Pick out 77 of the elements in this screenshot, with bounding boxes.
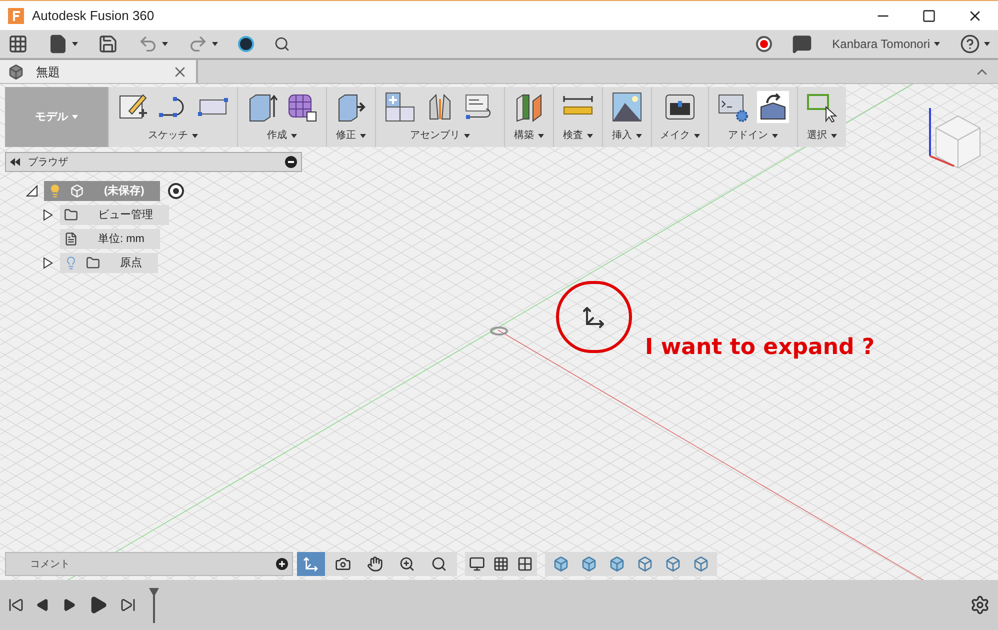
toolbar-group-menu[interactable]: 修正	[336, 128, 366, 143]
message-icon[interactable]	[792, 34, 812, 54]
visual-style-cube-icon[interactable]	[665, 556, 681, 572]
caret-icon	[934, 42, 940, 46]
record-icon[interactable]	[756, 36, 772, 52]
search-icon[interactable]	[274, 36, 290, 52]
add-icon[interactable]	[276, 558, 288, 570]
app-box-icon[interactable]	[757, 91, 789, 123]
app-logo-icon	[8, 8, 24, 24]
caret-icon	[464, 134, 470, 138]
first-frame-icon[interactable]	[8, 597, 24, 613]
grid-settings-icon[interactable]	[493, 556, 509, 572]
settings-icon[interactable]	[970, 595, 990, 615]
display-settings-icon[interactable]	[469, 556, 485, 572]
browser-title: ブラウザ	[28, 156, 69, 170]
caret-icon	[291, 134, 297, 138]
browser-node[interactable]: ビュー管理	[60, 205, 169, 225]
minimize-panel-icon[interactable]	[285, 156, 297, 168]
selection-cursor-icon[interactable]	[806, 91, 838, 123]
visual-style-cube-icon[interactable]	[637, 556, 653, 572]
caret-icon	[212, 42, 218, 46]
collapse-panel-icon[interactable]	[10, 158, 20, 166]
annotation-text: I want to expand ?	[645, 334, 875, 362]
help-icon[interactable]	[960, 34, 980, 54]
collapsed-triangle-icon[interactable]	[42, 257, 54, 269]
toolbar-group-menu[interactable]: 挿入	[612, 128, 642, 143]
toolbar-group-menu[interactable]: 検査	[563, 128, 593, 143]
visual-style-cube-icon[interactable]	[581, 556, 597, 572]
save-icon[interactable]	[98, 34, 118, 54]
caret-icon	[162, 42, 168, 46]
collapsed-triangle-icon[interactable]	[42, 209, 54, 221]
caret-icon	[192, 134, 198, 138]
visual-style-cube-icon[interactable]	[553, 556, 569, 572]
caret-icon	[636, 134, 642, 138]
expanded-triangle-icon[interactable]	[26, 185, 38, 197]
window-title: Autodesk Fusion 360	[32, 6, 154, 25]
visual-style-cube-icon[interactable]	[609, 556, 625, 572]
image-icon[interactable]	[611, 91, 643, 123]
apps-grid-icon[interactable]	[8, 34, 28, 54]
caret-icon	[984, 42, 990, 46]
file-icon[interactable]	[48, 34, 68, 54]
browser-node[interactable]: 原点	[60, 253, 158, 273]
caret-icon	[360, 134, 366, 138]
visual-style-cube-icon[interactable]	[693, 556, 709, 572]
toolbar-group-menu[interactable]: 作成	[267, 128, 297, 143]
step-forward-icon[interactable]	[62, 598, 76, 612]
caret-icon	[587, 134, 593, 138]
caret-icon	[694, 134, 700, 138]
new-component-icon[interactable]	[384, 91, 416, 123]
last-frame-icon[interactable]	[120, 597, 136, 613]
document-icon	[8, 64, 24, 80]
caret-icon	[538, 134, 544, 138]
toolbar-group-menu[interactable]: アドイン	[728, 128, 778, 143]
browser-node[interactable]: 単位: mm	[60, 229, 160, 249]
component-icon	[70, 184, 84, 198]
viewports-icon[interactable]	[517, 556, 533, 572]
caret-icon	[772, 134, 778, 138]
caret-icon	[72, 42, 78, 46]
origin-marker-icon	[489, 326, 509, 336]
comment-field[interactable]: コメント	[5, 552, 293, 576]
user-menu[interactable]: Kanbara Tomonori	[832, 35, 940, 53]
orbit-cursor-icon	[582, 305, 606, 329]
toolbar-group-menu[interactable]: アセンブリ	[410, 128, 470, 143]
caret-icon	[72, 115, 78, 119]
job-status-icon[interactable]	[238, 36, 254, 52]
toolbar-group-menu[interactable]: 構築	[514, 128, 544, 143]
maximize-icon[interactable]	[922, 8, 936, 22]
document-icon	[64, 232, 78, 246]
toolbar-group-menu[interactable]: スケッチ	[148, 128, 198, 143]
step-back-icon[interactable]	[36, 598, 50, 612]
timeline-marker-icon[interactable]	[148, 587, 160, 623]
folder-icon	[86, 256, 100, 270]
caret-icon	[831, 134, 837, 138]
folder-icon	[64, 208, 78, 222]
document-tab[interactable]: 無題	[0, 60, 198, 83]
toolbar-group-menu[interactable]: 選択	[807, 128, 837, 143]
toolbar-group-menu[interactable]: メイク	[660, 128, 700, 143]
